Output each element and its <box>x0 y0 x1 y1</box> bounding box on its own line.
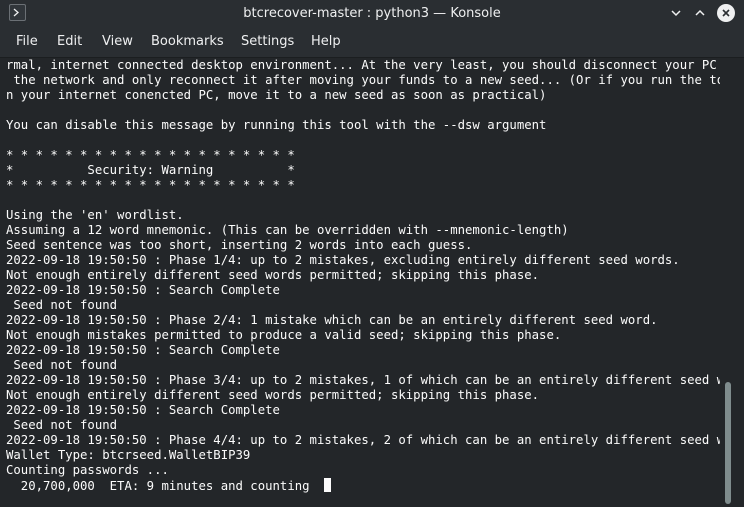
terminal-line: Not enough mistakes permitted to produce… <box>6 328 562 342</box>
terminal-line: 2022-09-18 19:50:50 : Search Complete <box>6 343 280 357</box>
scrollbar-track[interactable] <box>720 58 744 507</box>
menu-view[interactable]: View <box>102 27 133 57</box>
terminal-line: the network and only reconnect it after … <box>6 73 720 87</box>
scrollbar-thumb[interactable] <box>725 382 731 504</box>
terminal-line: 2022-09-18 19:50:50 : Search Complete <box>6 283 280 297</box>
terminal-line: * Security: Warning * <box>6 163 295 177</box>
terminal-line: Seed not found <box>6 358 118 372</box>
terminal-line: 2022-09-18 19:50:50 : Phase 3/4: up to 2… <box>6 373 720 387</box>
terminal-line: Assuming a 12 word mnemonic. (This can b… <box>6 223 569 237</box>
terminal-line: Seed sentence was too short, inserting 2… <box>6 238 473 252</box>
menu-edit[interactable]: Edit <box>57 27 82 57</box>
terminal-app-icon[interactable] <box>9 4 26 21</box>
close-button[interactable] <box>717 4 735 22</box>
terminal-line: n your internet conencted PC, move it to… <box>6 88 547 102</box>
terminal-line: 20,700,000 ETA: 9 minutes and counting <box>6 478 720 493</box>
terminal-line: Counting passwords ... <box>6 463 169 477</box>
chevron-up-icon <box>695 9 705 16</box>
terminal-line: * * * * * * * * * * * * * * * * * * * * <box>6 178 295 192</box>
terminal-line: Seed not found <box>6 418 118 432</box>
terminal-line: 2022-09-18 19:50:50 : Phase 1/4: up to 2… <box>6 253 680 267</box>
terminal-line: * * * * * * * * * * * * * * * * * * * * <box>6 148 295 162</box>
menu-bar: File Edit View Bookmarks Settings Help <box>0 27 744 58</box>
terminal-line: Not enough entirely different seed words… <box>6 268 540 282</box>
terminal-line: 2022-09-18 19:50:50 : Phase 2/4: 1 mista… <box>6 313 658 327</box>
menu-bookmarks[interactable]: Bookmarks <box>151 27 224 57</box>
terminal-output[interactable]: rmal, internet connected desktop environ… <box>0 58 720 507</box>
terminal-line: Not enough entirely different seed words… <box>6 388 540 402</box>
terminal-line: Using the 'en' wordlist. <box>6 208 184 222</box>
terminal-line: Seed not found <box>6 298 118 312</box>
terminal-line: 2022-09-18 19:50:50 : Search Complete <box>6 403 280 417</box>
maximize-button[interactable] <box>691 4 709 22</box>
minimize-button[interactable] <box>667 4 685 22</box>
terminal-line: rmal, internet connected desktop environ… <box>6 58 720 72</box>
terminal-line: You can disable this message by running … <box>6 118 547 132</box>
menu-settings[interactable]: Settings <box>241 27 294 57</box>
close-icon <box>722 9 730 17</box>
chevron-down-icon <box>671 10 681 17</box>
terminal-line: 2022-09-18 19:50:50 : Phase 4/4: up to 2… <box>6 433 720 447</box>
terminal-line: Wallet Type: btcrseed.WalletBIP39 <box>6 448 251 462</box>
text-cursor <box>323 478 331 492</box>
window-title: btcrecover-master : python3 — Konsole <box>243 6 501 21</box>
menu-file[interactable]: File <box>16 27 38 57</box>
title-bar[interactable]: btcrecover-master : python3 — Konsole <box>0 0 744 27</box>
menu-help[interactable]: Help <box>311 27 341 57</box>
terminal-lines: rmal, internet connected desktop environ… <box>6 58 720 493</box>
